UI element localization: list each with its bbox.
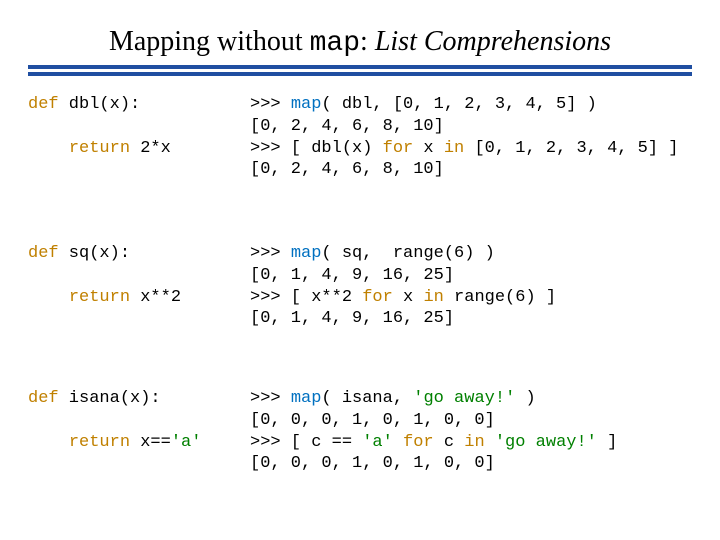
out: [0, 2, 4, 6, 8, 10] [250,160,444,179]
repl-dbl: >>> map( dbl, [0, 1, 2, 3, 4, 5] ) [0, 2… [250,94,692,181]
out: [0, 0, 0, 1, 0, 1, 0, 0] [250,411,495,430]
def-sq: def sq(x): return x**2 [28,243,238,330]
rule-bar [28,65,692,69]
slide-title: Mapping without map: List Comprehensions [28,26,692,59]
repl-sq: >>> map( sq, range(6) ) [0, 1, 4, 9, 16,… [250,243,692,330]
code-def: def isana(x): return x=='a' [28,388,238,453]
title-italic: List Comprehensions [375,26,611,57]
code-repl: >>> map( sq, range(6) ) [0, 1, 4, 9, 16,… [250,243,692,330]
code-def: def sq(x): return x**2 [28,243,238,308]
slide: Mapping without map: List Comprehensions… [0,0,720,540]
title-underline [28,65,692,76]
rule-bar [28,72,692,76]
code-repl: >>> map( isana, 'go away!' ) [0, 0, 0, 1… [250,388,692,475]
code-repl: >>> map( dbl, [0, 1, 2, 3, 4, 5] ) [0, 2… [250,94,692,181]
out: [0, 1, 4, 9, 16, 25] [250,266,454,285]
section-dbl: def dbl(x): return 2*x >>> map( dbl, [0,… [28,94,692,209]
out: [0, 2, 4, 6, 8, 10] [250,117,444,136]
title-post: : [360,26,375,57]
title-pre: Mapping without [109,26,310,57]
out: [0, 1, 4, 9, 16, 25] [250,309,454,328]
code-def: def dbl(x): return 2*x [28,94,238,159]
section-isana: def isana(x): return x=='a' >>> map( isa… [28,388,692,503]
repl-isana: >>> map( isana, 'go away!' ) [0, 0, 0, 1… [250,388,692,475]
def-isana: def isana(x): return x=='a' [28,388,238,475]
out: [0, 0, 0, 1, 0, 1, 0, 0] [250,454,495,473]
section-sq: def sq(x): return x**2 >>> map( sq, rang… [28,243,692,358]
def-dbl: def dbl(x): return 2*x [28,94,238,181]
title-map-keyword: map [310,28,360,59]
